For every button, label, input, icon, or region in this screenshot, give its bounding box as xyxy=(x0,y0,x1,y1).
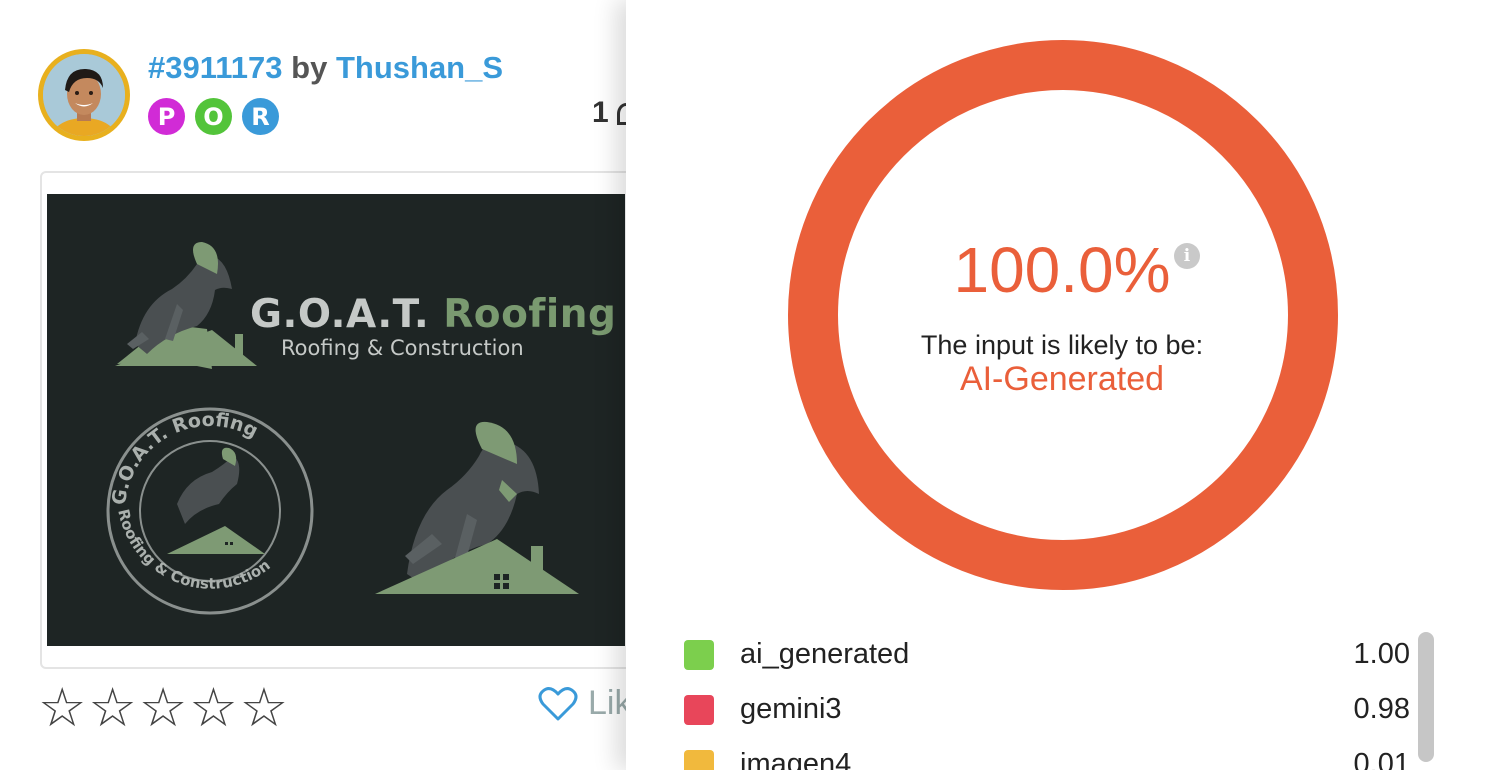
results-scrollbar[interactable] xyxy=(1418,632,1434,762)
avatar-photo xyxy=(43,54,125,136)
likely-label: The input is likely to be: xyxy=(920,330,1204,360)
result-swatch xyxy=(684,640,714,670)
donut-score-arc xyxy=(788,40,1338,590)
designer-badges: P O R xyxy=(148,98,279,135)
result-value: 0.01 xyxy=(1353,748,1410,770)
result-name: imagen4 xyxy=(740,748,852,770)
badge-p[interactable]: P xyxy=(148,98,185,135)
seal-logo xyxy=(106,407,314,615)
ai-detector-panel: 100.0% i The input is likely to be: AI-G… xyxy=(626,0,1498,770)
design-brand-title: G.O.A.T. Roofing xyxy=(250,292,616,337)
result-swatch xyxy=(684,750,714,770)
result-name: ai_generated xyxy=(740,638,910,670)
star-5-icon[interactable]: ☆ xyxy=(240,680,288,736)
badge-o[interactable]: O xyxy=(195,98,232,135)
goat-logo-art xyxy=(106,242,579,615)
score-value: 100.0% xyxy=(953,234,1171,306)
entry-id-link[interactable]: #3911173 xyxy=(148,50,283,85)
result-name: gemini3 xyxy=(740,693,842,725)
star-3-icon[interactable]: ☆ xyxy=(139,680,187,736)
star-1-icon[interactable]: ☆ xyxy=(38,680,86,736)
score-donut xyxy=(788,40,1338,590)
star-2-icon[interactable]: ☆ xyxy=(88,680,136,736)
entry-title: #3911173 by Thushan_S xyxy=(148,50,503,86)
heart-icon xyxy=(538,686,578,720)
like-label: Lik xyxy=(588,684,632,722)
design-brand: G.O.A.T. xyxy=(250,292,430,337)
result-swatch xyxy=(684,695,714,725)
verdict-label: AI-Generated xyxy=(959,360,1165,398)
score-display: 100.0% xyxy=(626,233,1498,307)
entry-by-label: by xyxy=(291,50,328,85)
comment-count-value: 1 xyxy=(592,96,609,129)
result-row: ai_generated 1.00 xyxy=(684,632,1410,687)
like-button[interactable]: Lik xyxy=(538,684,631,723)
star-rating: ☆ ☆ ☆ ☆ ☆ xyxy=(38,680,288,736)
entry-design-image[interactable]: G.O.A.T. Roofing Roofing & Construction … xyxy=(47,194,625,646)
design-tagline: Roofing & Construction xyxy=(281,336,524,360)
result-value: 0.98 xyxy=(1353,693,1410,725)
model-results-list: ai_generated 1.00 gemini3 0.98 imagen4 0… xyxy=(684,632,1410,770)
result-row: gemini3 0.98 xyxy=(684,687,1410,742)
info-icon[interactable]: i xyxy=(1174,243,1200,269)
result-row: imagen4 0.01 xyxy=(684,742,1410,770)
entry-author-link[interactable]: Thushan_S xyxy=(336,50,503,85)
design-brand-accent: Roofing xyxy=(443,292,617,337)
badge-r[interactable]: R xyxy=(242,98,279,135)
result-value: 1.00 xyxy=(1353,638,1410,670)
star-4-icon[interactable]: ☆ xyxy=(189,680,237,736)
avatar[interactable] xyxy=(38,49,130,141)
